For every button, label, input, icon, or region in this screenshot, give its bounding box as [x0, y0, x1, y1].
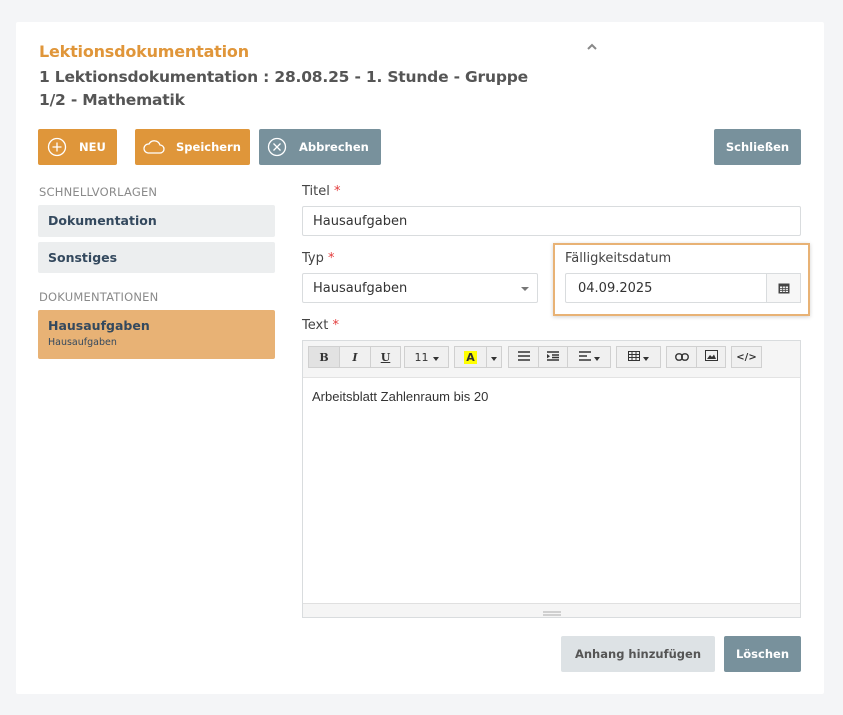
indent-button[interactable] — [538, 346, 568, 368]
italic-icon: I — [352, 350, 358, 364]
add-attachment-label: Anhang hinzufügen — [574, 647, 702, 661]
unordered-list-button[interactable] — [508, 346, 539, 368]
type-field-label: Typ * — [302, 251, 335, 266]
text-field-label: Text * — [302, 318, 339, 333]
caret-down-icon — [521, 281, 529, 296]
template-item-dokumentation[interactable]: Dokumentation — [38, 205, 275, 237]
save-button[interactable]: Speichern — [135, 129, 250, 165]
required-mark: * — [334, 184, 341, 199]
type-select[interactable]: Hausaufgaben — [302, 273, 538, 303]
docs-heading: DOKUMENTATIONEN — [39, 290, 159, 304]
italic-button[interactable]: I — [339, 346, 371, 368]
caret-down-icon — [432, 351, 439, 364]
cloud-icon — [142, 138, 166, 156]
code-view-button[interactable]: </> — [731, 346, 762, 368]
calendar-icon — [778, 279, 790, 298]
collapse-chevron-icon[interactable] — [583, 40, 601, 58]
cancel-button-label: Abbrechen — [299, 140, 369, 154]
page-title: 1 Lektionsdokumentation : 28.08.25 - 1. … — [39, 68, 528, 109]
doc-item-title: Hausaufgaben — [48, 318, 150, 333]
font-color-icon: A — [464, 350, 477, 364]
bold-icon: B — [319, 350, 329, 364]
due-date-label: Fälligkeitsdatum — [565, 251, 672, 266]
calendar-button[interactable] — [766, 273, 801, 303]
caret-down-icon — [643, 351, 649, 364]
indent-icon — [547, 350, 559, 364]
caret-down-icon — [593, 351, 600, 364]
doc-item-subtitle: Hausaufgaben — [48, 337, 117, 348]
align-dropdown[interactable] — [567, 346, 611, 368]
save-button-label: Speichern — [176, 140, 241, 154]
font-color-dropdown[interactable] — [486, 346, 502, 368]
delete-button-label: Löschen — [735, 647, 790, 661]
delete-button[interactable]: Löschen — [724, 636, 801, 672]
image-button[interactable] — [696, 346, 726, 368]
title-field-label: Titel * — [302, 184, 341, 199]
underline-icon: U — [380, 350, 391, 364]
editor-resize-handle[interactable] — [303, 603, 800, 617]
align-left-icon — [578, 350, 591, 364]
font-size-dropdown[interactable]: 11 — [404, 346, 449, 368]
template-item-label: Dokumentation — [48, 213, 157, 228]
editor-toolbar: B I U 11 A </> — [303, 341, 800, 378]
rich-text-editor: B I U 11 A </> Arbeitsblatt Zahlenraum b… — [302, 340, 801, 618]
list-icon — [517, 350, 530, 364]
templates-heading: SCHNELLVORLAGEN — [39, 185, 158, 199]
editor-content[interactable]: Arbeitsblatt Zahlenraum bis 20 — [303, 378, 800, 602]
link-icon — [674, 351, 689, 364]
required-mark: * — [328, 251, 335, 266]
template-item-sonstiges[interactable]: Sonstiges — [38, 242, 275, 273]
close-button-label: Schließen — [725, 140, 790, 154]
font-color-button[interactable]: A — [454, 346, 487, 368]
resize-grip-icon — [542, 601, 561, 620]
table-dropdown[interactable] — [616, 346, 661, 368]
link-button[interactable] — [666, 346, 697, 368]
caret-down-icon — [491, 351, 497, 364]
underline-button[interactable]: U — [370, 346, 401, 368]
close-circle-icon — [267, 137, 287, 157]
table-icon — [628, 350, 640, 364]
add-attachment-button[interactable]: Anhang hinzufügen — [561, 636, 715, 672]
section-title: Lektionsdokumentation — [39, 42, 249, 61]
doc-item-hausaufgaben[interactable]: Hausaufgaben Hausaufgaben — [38, 310, 275, 359]
close-button[interactable]: Schließen — [714, 129, 801, 165]
new-button-label: NEU — [79, 140, 106, 154]
required-mark: * — [332, 318, 339, 333]
plus-circle-icon — [47, 137, 67, 157]
bold-button[interactable]: B — [308, 346, 340, 368]
image-icon — [704, 350, 718, 364]
font-size-value: 11 — [414, 350, 429, 364]
new-button[interactable]: NEU — [38, 129, 117, 165]
code-icon: </> — [736, 351, 757, 363]
title-input[interactable]: Hausaufgaben — [302, 206, 801, 236]
template-item-label: Sonstiges — [48, 250, 118, 265]
cancel-button[interactable]: Abbrechen — [259, 129, 381, 165]
